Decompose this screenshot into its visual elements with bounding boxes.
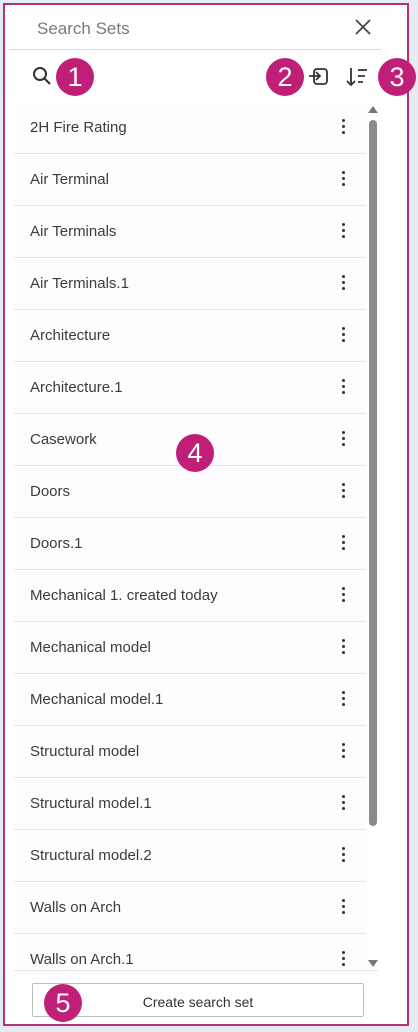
more-options-icon[interactable] <box>338 480 348 502</box>
more-options-icon[interactable] <box>338 428 348 450</box>
list-item-label: Doors <box>30 483 71 500</box>
list-item[interactable]: Architecture.1 <box>14 362 366 414</box>
list-item[interactable]: Architecture <box>14 310 366 362</box>
list-item[interactable]: Air Terminals <box>14 206 366 258</box>
list-item-label: Walls on Arch <box>30 899 122 916</box>
list-item-label: Mechanical model <box>30 639 151 656</box>
list-item[interactable]: Air Terminal <box>14 154 366 206</box>
list-item-label: Structural model.1 <box>30 795 152 812</box>
list-item-label: Air Terminals <box>30 223 117 240</box>
list-item-label: Air Terminals.1 <box>30 275 129 292</box>
list-item-label: Mechanical 1. created today <box>30 587 218 604</box>
more-options-icon[interactable] <box>338 792 348 814</box>
more-options-icon[interactable] <box>338 116 348 138</box>
list-item[interactable]: Doors <box>14 466 366 518</box>
close-icon[interactable] <box>353 17 373 37</box>
list-item-label: 2H Fire Rating <box>30 119 127 136</box>
list-item[interactable]: Structural model.2 <box>14 830 366 882</box>
more-options-icon[interactable] <box>338 896 348 918</box>
callout-badge-3: 3 <box>378 58 416 96</box>
list-item-label: Air Terminal <box>30 171 109 188</box>
scrollbar-thumb[interactable] <box>369 120 377 826</box>
panel-header: Search Sets <box>9 9 381 50</box>
list-item[interactable]: Mechanical 1. created today <box>14 570 366 622</box>
callout-badge-2: 2 <box>266 58 304 96</box>
more-options-icon[interactable] <box>338 688 348 710</box>
more-options-icon[interactable] <box>338 532 348 554</box>
more-options-icon[interactable] <box>338 376 348 398</box>
more-options-icon[interactable] <box>338 272 348 294</box>
list-item-label: Walls on Arch.1 <box>30 951 134 968</box>
import-search-set-icon[interactable] <box>306 64 332 90</box>
more-options-icon[interactable] <box>338 740 348 762</box>
more-options-icon[interactable] <box>338 584 348 606</box>
list-item-label: Structural model <box>30 743 140 760</box>
list-item-label: Casework <box>30 431 97 448</box>
list-item-label: Structural model.2 <box>30 847 152 864</box>
callout-badge-1: 1 <box>56 58 94 96</box>
list-item[interactable]: 2H Fire Rating <box>14 102 366 154</box>
list-item[interactable]: Mechanical model.1 <box>14 674 366 726</box>
scroll-up-arrow-icon[interactable] <box>368 106 378 113</box>
list-item[interactable]: Mechanical model <box>14 622 366 674</box>
list-item[interactable]: Air Terminals.1 <box>14 258 366 310</box>
more-options-icon[interactable] <box>338 844 348 866</box>
list-item-label: Architecture <box>30 327 111 344</box>
callout-badge-4: 4 <box>176 434 214 472</box>
list-item-label: Architecture.1 <box>30 379 123 396</box>
more-options-icon[interactable] <box>338 168 348 190</box>
sort-icon[interactable] <box>344 64 370 90</box>
list-item[interactable]: Structural model <box>14 726 366 778</box>
search-icon[interactable] <box>30 64 56 90</box>
panel-title: Search Sets <box>37 19 130 38</box>
list-item-label: Mechanical model.1 <box>30 691 164 708</box>
callout-badge-5: 5 <box>44 984 82 1022</box>
list-item-label: Doors.1 <box>30 535 83 552</box>
list-item[interactable]: Doors.1 <box>14 518 366 570</box>
more-options-icon[interactable] <box>338 948 348 968</box>
search-set-list: 2H Fire Rating Air Terminal Air Terminal… <box>14 102 366 968</box>
list-item[interactable]: Walls on Arch.1 <box>14 934 366 968</box>
more-options-icon[interactable] <box>338 636 348 658</box>
scroll-down-arrow-icon[interactable] <box>368 960 378 967</box>
list-item[interactable]: Walls on Arch <box>14 882 366 934</box>
more-options-icon[interactable] <box>338 324 348 346</box>
list-item[interactable]: Structural model.1 <box>14 778 366 830</box>
more-options-icon[interactable] <box>338 220 348 242</box>
